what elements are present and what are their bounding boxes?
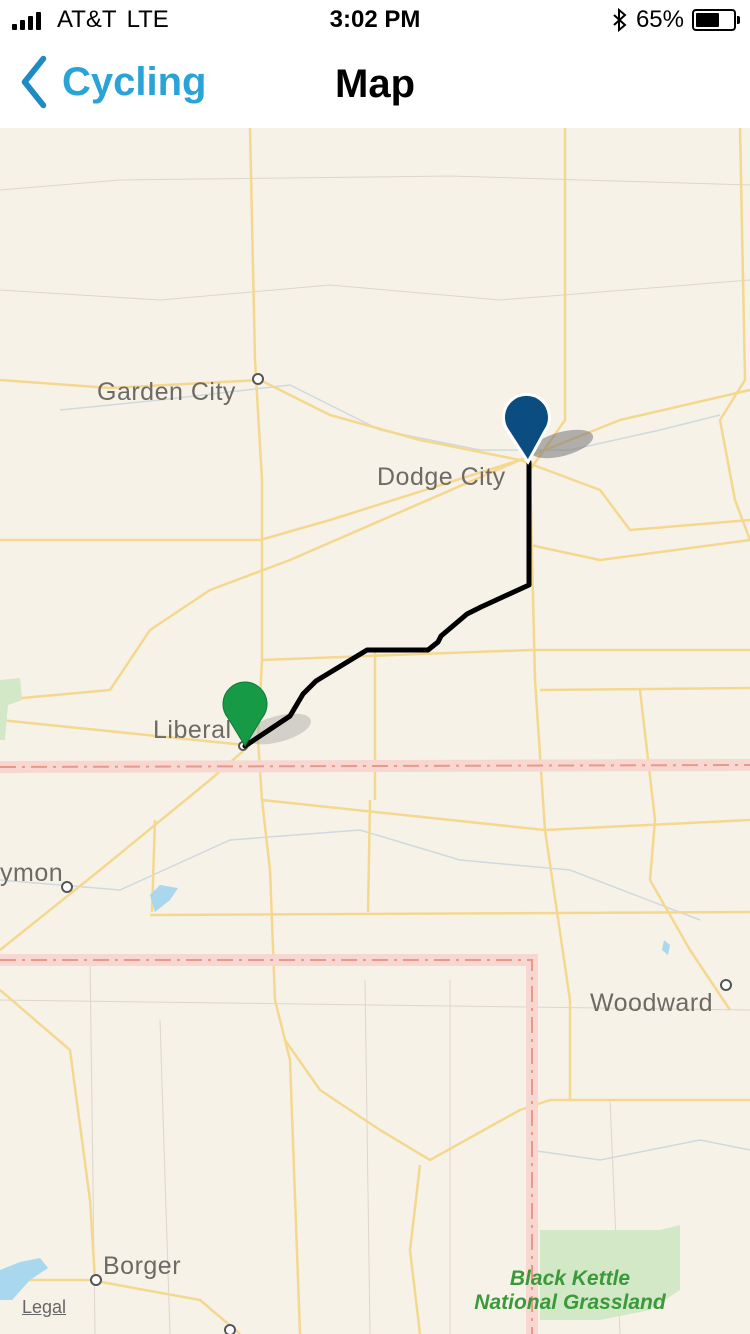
map-canvas[interactable]: [0, 128, 750, 1334]
park-label-line1: Black Kettle: [509, 1267, 631, 1290]
status-bar: AT&T LTE 3:02 PM 65%: [0, 0, 750, 40]
city-label-liberal: Liberal: [153, 716, 232, 744]
battery-percent: 65%: [635, 6, 684, 33]
city-label-borger: Borger: [103, 1252, 182, 1280]
city-dots: [61, 373, 732, 1334]
bluetooth-icon: [613, 8, 627, 32]
city-label-guymon: ymon: [0, 859, 64, 887]
page-title: Map: [335, 62, 415, 106]
legal-link[interactable]: Legal: [22, 1297, 66, 1318]
city-label-dodge-city: Dodge City: [377, 463, 506, 491]
green-area-left: [0, 678, 22, 740]
lake-shape-2: [662, 940, 670, 955]
city-label-woodward: Woodward: [590, 989, 714, 1017]
battery-level: [696, 13, 719, 27]
map-view[interactable]: Garden City Dodge City Liberal ymon Wood…: [0, 128, 750, 1334]
park-label-line2: National Grassland: [474, 1291, 666, 1314]
navigation-bar: Cycling Map: [0, 40, 750, 128]
route-line: [242, 459, 532, 749]
city-label-garden-city: Garden City: [97, 378, 236, 406]
status-right: 65%: [612, 6, 740, 34]
lake-shape: [150, 885, 178, 912]
battery-icon: [692, 9, 740, 31]
park-label: Black Kettle National Grassland: [460, 1267, 680, 1315]
